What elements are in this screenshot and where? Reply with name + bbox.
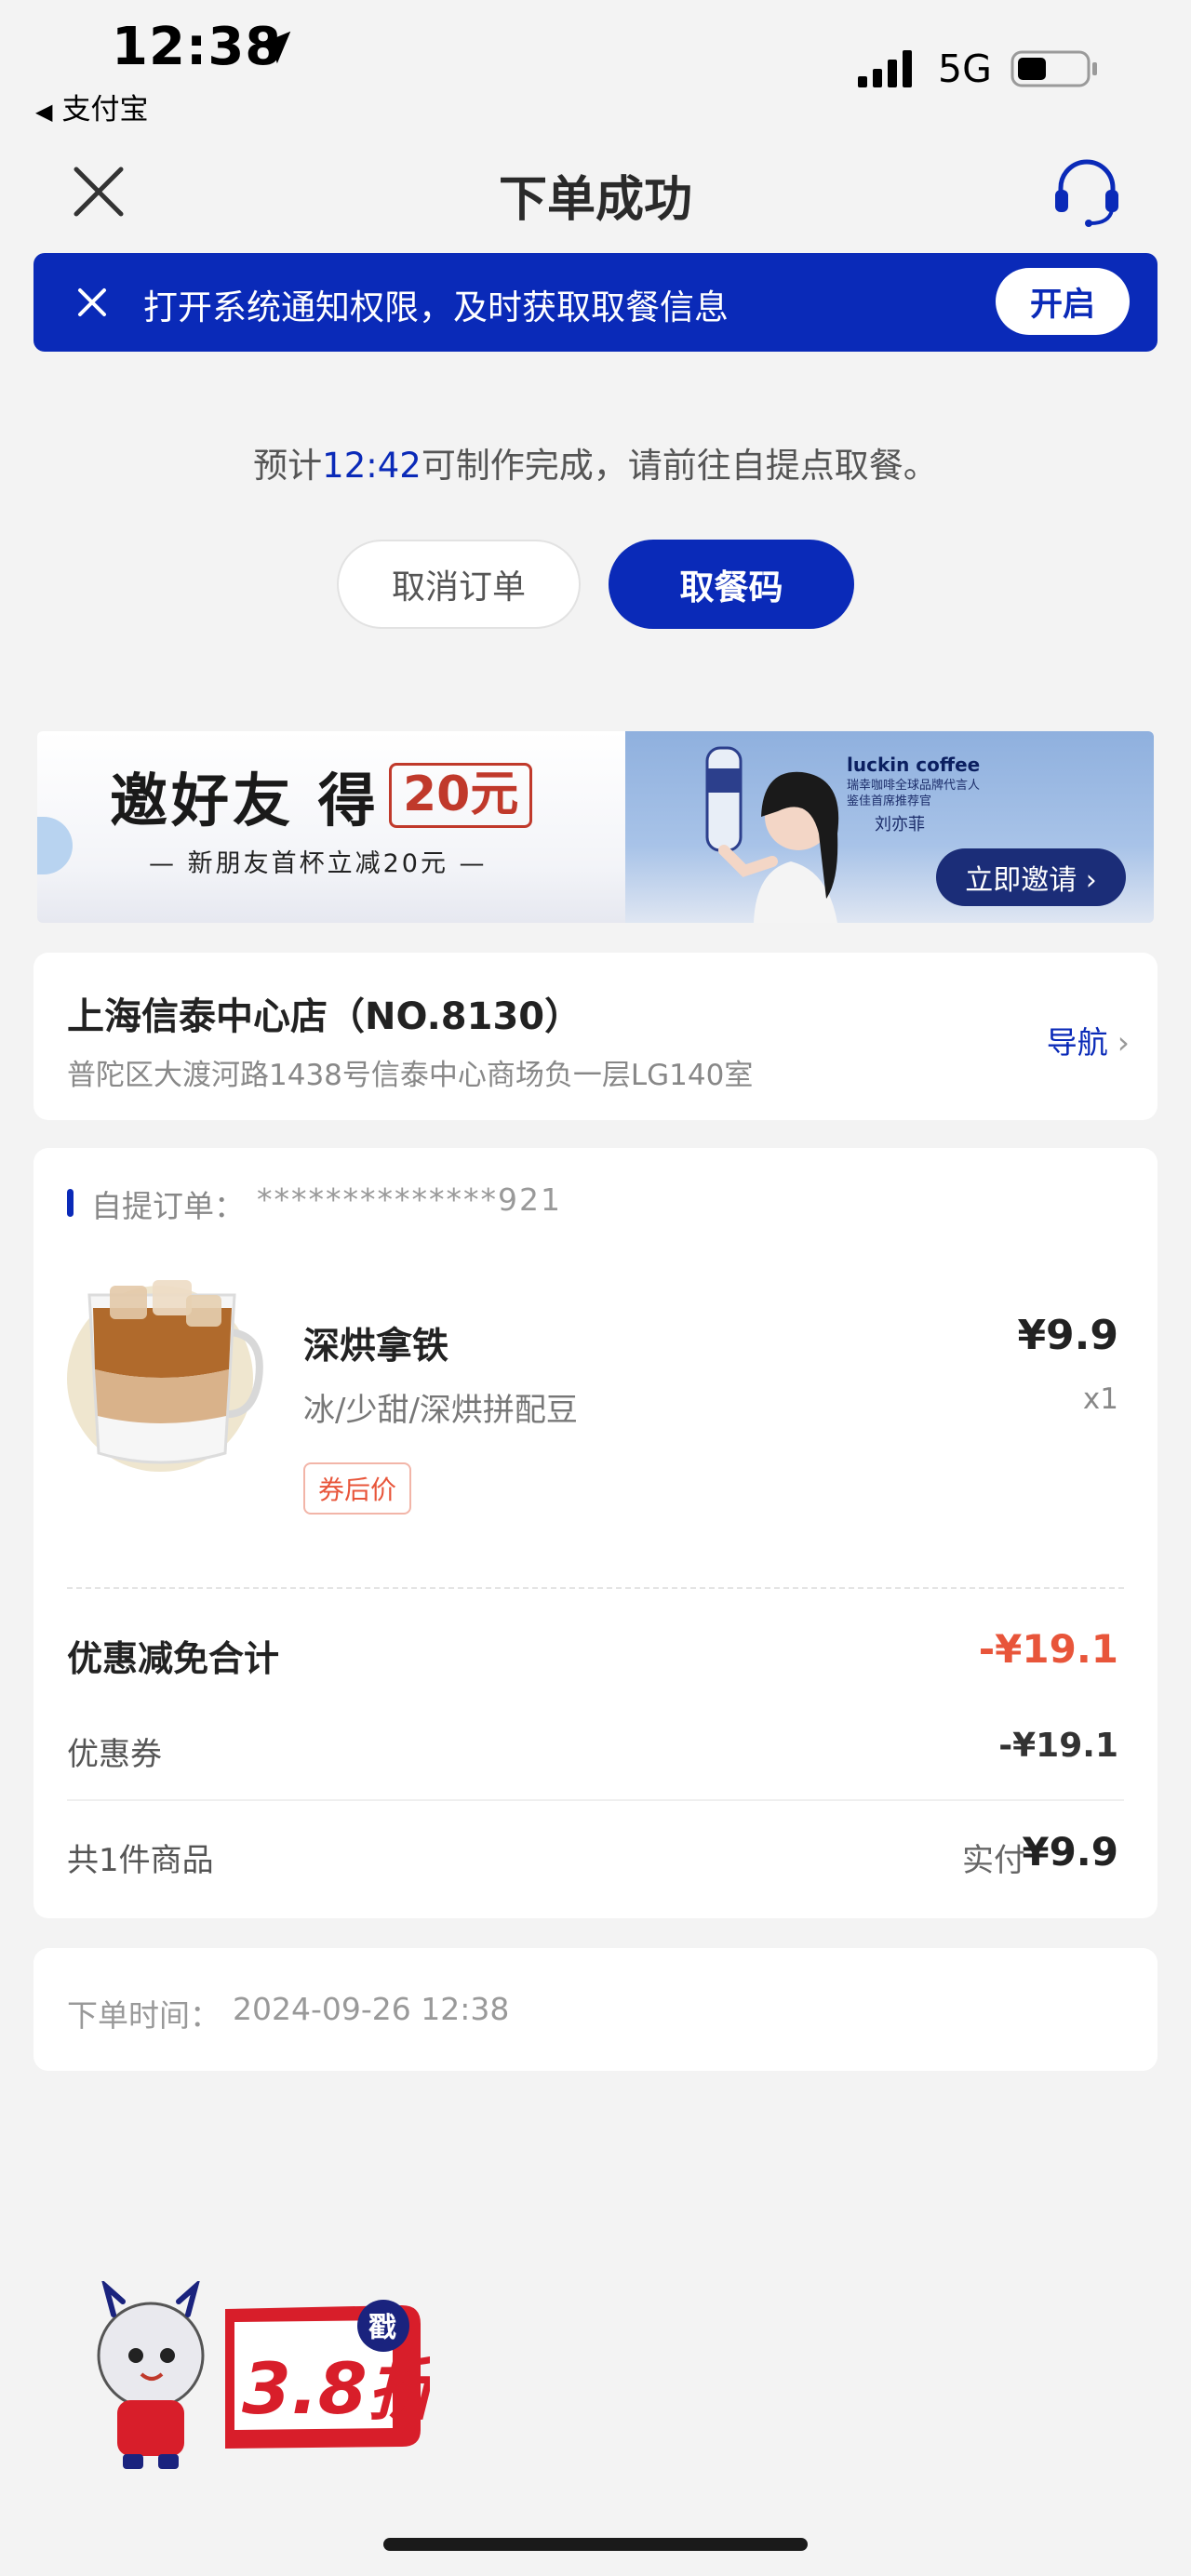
product-price: ¥9.9 xyxy=(1017,1312,1118,1359)
spokesperson-name: 刘亦菲 xyxy=(875,815,925,834)
store-address: 普陀区大渡河路1438号信泰中心商场负一层LG140室 xyxy=(67,1059,754,1092)
enable-notifications-button[interactable]: 开启 xyxy=(996,268,1130,335)
discount-total-label: 优惠减免合计 xyxy=(67,1638,280,1679)
home-indicator xyxy=(383,2538,808,2551)
discount-mascot-float-icon[interactable]: 3.8折 戳 xyxy=(86,2281,430,2473)
navigate-label: 导航 xyxy=(1046,1024,1108,1061)
product-quantity: x1 xyxy=(1082,1382,1118,1416)
invite-now-button[interactable]: 立即邀请 › xyxy=(936,848,1126,906)
pickup-code-button[interactable]: 取餐码 xyxy=(609,540,854,629)
notification-permission-banner: 打开系统通知权限，及时获取取餐信息 开启 xyxy=(33,253,1158,352)
navigate-link[interactable]: 导航 › xyxy=(1047,1018,1130,1062)
battery-icon xyxy=(1010,50,1097,87)
eta-time: 12:42 xyxy=(322,446,422,486)
invite-friends-banner[interactable]: 邀好友 得 20元 — 新朋友首杯立减20元 — luckin coffee 瑞… xyxy=(37,731,1154,923)
eta-prefix: 预计 xyxy=(253,446,323,486)
location-arrow-icon xyxy=(258,31,291,64)
order-type-label: 自提订单： xyxy=(67,1181,245,1226)
back-app-label: 支付宝 xyxy=(61,93,149,127)
back-triangle-icon: ◀ xyxy=(35,99,53,125)
product-spec: 冰/少甜/深烘拼配豆 xyxy=(303,1392,578,1429)
banner-decoration xyxy=(37,817,73,874)
product-name: 深烘拿铁 xyxy=(303,1326,449,1368)
order-card: 自提订单： **************921 深烘拿铁 冰/少甜/深烘拼配豆 … xyxy=(33,1148,1158,1918)
order-number: **************921 xyxy=(257,1181,562,1218)
paid-amount: ¥9.9 xyxy=(1022,1829,1118,1875)
divider xyxy=(67,1799,1124,1801)
brand-subtitle: 瑞幸咖啡全球品牌代言人 鉴佳首席推荐官 xyxy=(847,779,981,808)
promo-amount: 20元 xyxy=(389,763,533,828)
dashed-divider xyxy=(67,1587,1124,1589)
coupon-value: -¥19.1 xyxy=(998,1727,1118,1765)
store-name: 上海信泰中心店（NO.8130） xyxy=(67,995,582,1038)
order-time-label: 下单时间： xyxy=(67,1997,221,2034)
chevron-right-icon: › xyxy=(1117,1024,1130,1061)
cellular-signal-icon xyxy=(858,50,912,87)
discount-text: 3.8折 xyxy=(242,2347,430,2430)
stamp-text: 戳 xyxy=(368,2312,396,2344)
page-title: 下单成功 xyxy=(498,172,692,228)
promo-subtitle: — 新朋友首杯立减20元 — xyxy=(149,849,488,878)
discount-total-value: -¥19.1 xyxy=(978,1626,1118,1672)
coupon-label: 优惠券 xyxy=(67,1736,162,1773)
brand-name: luckin coffee xyxy=(847,754,981,776)
back-to-app-link[interactable]: ◀ 支付宝 xyxy=(35,86,148,127)
cancel-order-button[interactable]: 取消订单 xyxy=(337,540,581,629)
store-card: 上海信泰中心店（NO.8130） 普陀区大渡河路1438号信泰中心商场负一层LG… xyxy=(33,953,1158,1120)
item-count-label: 共1件商品 xyxy=(67,1842,214,1879)
after-coupon-tag: 券后价 xyxy=(303,1462,412,1515)
order-time-value: 2024-09-26 12:38 xyxy=(233,1991,510,2027)
paid-label: 实付 xyxy=(962,1842,1025,1879)
notification-banner-text: 打开系统通知权限，及时获取取餐信息 xyxy=(143,287,729,327)
promo-title: 邀好友 得 xyxy=(110,767,380,834)
eta-suffix: 可制作完成，请前往自提点取餐。 xyxy=(421,446,938,486)
order-time-card: 下单时间： 2024-09-26 12:38 xyxy=(33,1948,1158,2071)
ready-time-message: 预计12:42可制作完成，请前往自提点取餐。 xyxy=(0,437,1191,487)
iced-latte-product-image xyxy=(67,1280,263,1472)
customer-service-headset-icon[interactable] xyxy=(1048,153,1126,231)
dismiss-banner-icon[interactable] xyxy=(71,281,114,324)
network-type: 5G xyxy=(938,47,992,91)
